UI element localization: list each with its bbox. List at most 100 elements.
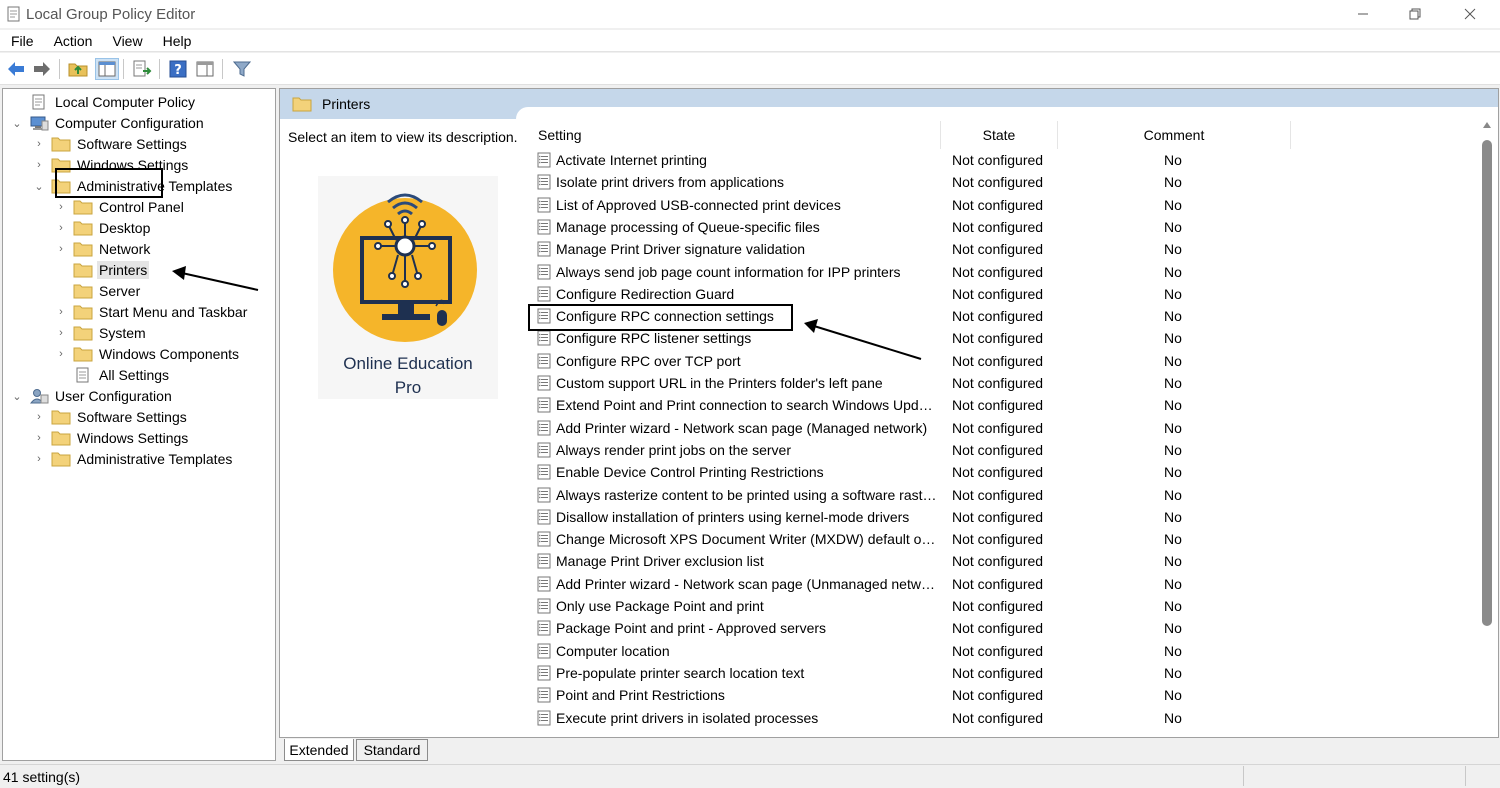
tree-item-software-settings[interactable]: › Software Settings <box>33 134 189 154</box>
policy-setting-icon <box>537 687 551 703</box>
setting-comment: No <box>1164 664 1182 681</box>
tree-item-control-panel[interactable]: › Control Panel <box>55 197 186 217</box>
menu-action[interactable]: Action <box>43 33 102 49</box>
expand-chevron-icon[interactable]: › <box>55 243 67 255</box>
table-row[interactable]: Always send job page count information f… <box>532 261 1482 283</box>
tree-item-computer-configuration[interactable]: ⌄ Computer Configuration <box>11 113 206 133</box>
tree-item-windows-settings[interactable]: › Windows Settings <box>33 428 190 448</box>
menu-view[interactable]: View <box>101 33 151 49</box>
tree-item-administrative-templates[interactable]: › Administrative Templates <box>33 449 234 469</box>
collapse-chevron-icon[interactable]: ⌄ <box>11 390 23 403</box>
tree-item-label: Local Computer Policy <box>55 94 196 110</box>
table-row[interactable]: Execute print drivers in isolated proces… <box>532 707 1482 729</box>
tree-item-desktop[interactable]: › Desktop <box>55 218 152 238</box>
setting-comment: No <box>1164 620 1182 637</box>
scroll-up-icon[interactable] <box>1483 122 1491 128</box>
policy-setting-icon <box>537 509 551 525</box>
setting-comment: No <box>1164 308 1182 325</box>
table-row[interactable]: Enable Device Control Printing Restricti… <box>532 461 1482 483</box>
table-row[interactable]: Computer location Not configured No <box>532 640 1482 662</box>
expand-chevron-icon[interactable]: › <box>33 432 45 444</box>
vertical-scrollbar[interactable] <box>1478 118 1496 736</box>
table-row[interactable]: Activate Internet printing Not configured… <box>532 149 1482 171</box>
expand-chevron-icon[interactable]: › <box>55 306 67 318</box>
table-row[interactable]: Custom support URL in the Printers folde… <box>532 372 1482 394</box>
tree-item-network[interactable]: › Network <box>55 239 152 259</box>
tree-item-local-computer-policy[interactable]: Local Computer Policy <box>11 92 197 112</box>
table-row[interactable]: Isolate print drivers from applications N… <box>532 171 1482 193</box>
tab-standard[interactable]: Standard <box>356 739 428 761</box>
table-row[interactable]: Package Point and print - Approved serve… <box>532 617 1482 639</box>
setting-state: Not configured <box>952 508 1044 525</box>
folder-icon <box>51 410 71 425</box>
table-row[interactable]: Only use Package Point and print Not conf… <box>532 595 1482 617</box>
policy-setting-icon <box>537 442 551 458</box>
minimize-icon <box>1358 13 1368 15</box>
expand-chevron-icon[interactable]: › <box>33 411 45 423</box>
expand-chevron-icon[interactable]: › <box>33 138 45 150</box>
tree-item-windows-components[interactable]: › Windows Components <box>55 344 241 364</box>
menu-file[interactable]: File <box>0 33 43 49</box>
tab-extended[interactable]: Extended <box>284 739 354 761</box>
setting-name: List of Approved USB-connected print dev… <box>556 196 841 213</box>
expand-chevron-icon[interactable]: › <box>55 201 67 213</box>
forward-button[interactable] <box>30 58 54 80</box>
tree-item-label: Desktop <box>99 220 151 236</box>
show-hide-console-tree-button[interactable] <box>95 58 119 80</box>
expand-chevron-icon[interactable]: › <box>55 222 67 234</box>
expand-chevron-icon[interactable]: › <box>33 159 45 171</box>
table-row[interactable]: Point and Print Restrictions Not configur… <box>532 684 1482 706</box>
column-header-state[interactable]: State <box>941 121 1057 149</box>
folder-icon <box>73 263 93 278</box>
filter-button[interactable] <box>230 58 254 80</box>
table-row[interactable]: Extend Point and Print connection to sea… <box>532 394 1482 416</box>
tree-item-server[interactable]: Server <box>55 281 142 301</box>
table-row[interactable]: Manage Print Driver exclusion list Not co… <box>532 550 1482 572</box>
table-row[interactable]: Always render print jobs on the server No… <box>532 439 1482 461</box>
minimize-button[interactable] <box>1340 0 1386 28</box>
table-row[interactable]: Disallow installation of printers using … <box>532 506 1482 528</box>
restore-button[interactable] <box>1392 0 1438 28</box>
expand-chevron-icon[interactable]: › <box>55 348 67 360</box>
expand-chevron-icon[interactable]: › <box>55 327 67 339</box>
table-row[interactable]: Change Microsoft XPS Document Writer (MX… <box>532 528 1482 550</box>
tree-item-start-menu-and-taskbar[interactable]: › Start Menu and Taskbar <box>55 302 249 322</box>
tree-item-printers[interactable]: Printers <box>55 260 150 280</box>
description-prompt: Select an item to view its description. <box>288 129 518 145</box>
folder-icon <box>73 221 93 236</box>
back-arrow-icon <box>8 62 24 76</box>
table-row[interactable]: Configure RPC over TCP port Not configure… <box>532 350 1482 372</box>
back-button[interactable] <box>4 58 28 80</box>
tree-item-user-configuration[interactable]: ⌄ User Configuration <box>11 386 174 406</box>
tree-item-system[interactable]: › System <box>55 323 148 343</box>
table-row[interactable]: List of Approved USB-connected print dev… <box>532 194 1482 216</box>
show-action-pane-button[interactable] <box>193 58 217 80</box>
column-header-comment[interactable]: Comment <box>1058 121 1290 149</box>
table-row[interactable]: Manage processing of Queue-specific file… <box>532 216 1482 238</box>
table-row[interactable]: Add Printer wizard - Network scan page (… <box>532 417 1482 439</box>
menu-help[interactable]: Help <box>152 33 201 49</box>
export-list-icon <box>133 60 152 77</box>
tree-item-label: Control Panel <box>99 199 184 215</box>
export-list-button[interactable] <box>130 58 154 80</box>
policy-setting-icon <box>537 197 551 213</box>
help-button[interactable]: ? <box>166 58 190 80</box>
table-row[interactable]: Pre-populate printer search location tex… <box>532 662 1482 684</box>
setting-comment: No <box>1164 441 1182 458</box>
table-row[interactable]: Always rasterize content to be printed u… <box>532 484 1482 506</box>
scrollbar-thumb[interactable] <box>1482 140 1492 626</box>
collapse-chevron-icon[interactable]: ⌄ <box>33 180 45 193</box>
table-row[interactable]: Manage Print Driver signature validation… <box>532 238 1482 260</box>
tree-item-label: All Settings <box>99 367 170 383</box>
collapse-chevron-icon[interactable]: ⌄ <box>11 117 23 130</box>
up-one-level-button[interactable] <box>66 58 90 80</box>
table-row[interactable]: Add Printer wizard - Network scan page (… <box>532 573 1482 595</box>
tree-item-software-settings[interactable]: › Software Settings <box>33 407 189 427</box>
expand-chevron-icon[interactable]: › <box>33 453 45 465</box>
setting-name: Activate Internet printing <box>556 152 707 168</box>
table-row[interactable]: Configure Redirection Guard Not configure… <box>532 283 1482 305</box>
close-button[interactable] <box>1447 0 1493 28</box>
column-header-setting[interactable]: Setting <box>538 121 938 149</box>
tree-item-all-settings[interactable]: All Settings <box>55 365 171 385</box>
setting-state: Not configured <box>952 664 1044 681</box>
